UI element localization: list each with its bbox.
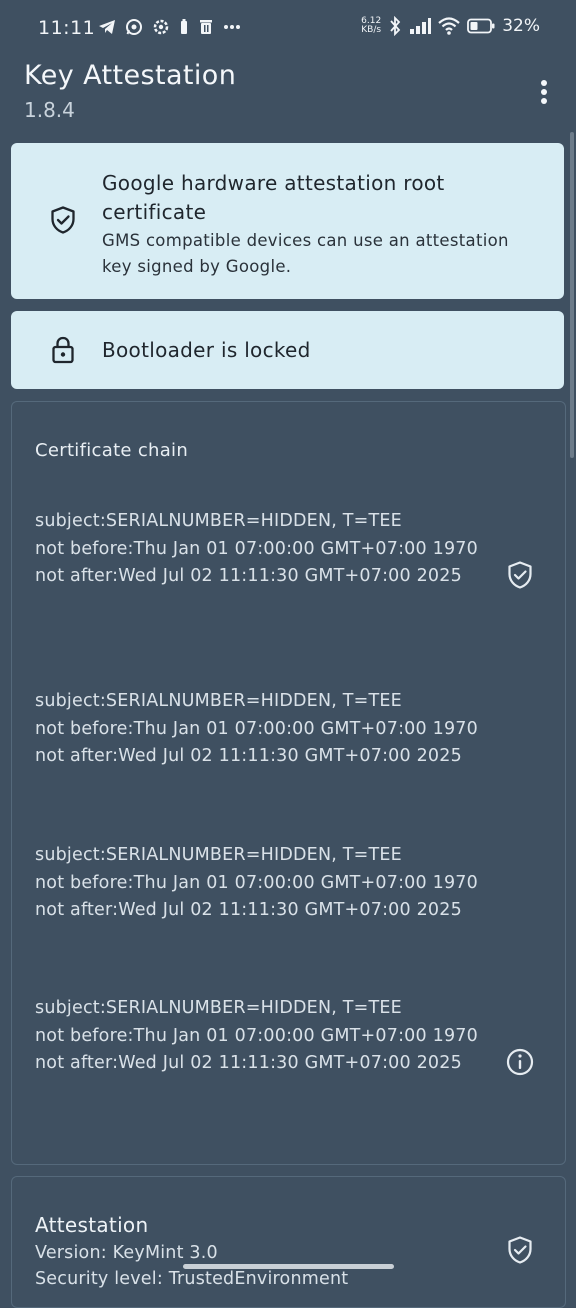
attestation-version: Version: KeyMint 3.0 [35,1243,218,1263]
status-time: 11:11 [38,17,96,39]
more-vert-icon [541,80,547,104]
attestation-card[interactable]: Attestation Version: KeyMint 3.0 Securit… [11,1176,566,1308]
cert-not-after: not after:Wed Jul 02 11:11:30 GMT+07:00 … [35,1053,462,1073]
lock-icon [48,335,78,365]
cert-subject: subject:SERIALNUMBER=HIDDEN, T=TEE [35,998,402,1018]
overflow-menu-button[interactable] [528,76,560,108]
root-certificate-title: Google hardware attestation root certifi… [102,171,445,224]
battery-icon [467,18,495,34]
cert-subject: subject:SERIALNUMBER=HIDDEN, T=TEE [35,511,402,531]
gesture-nav-bar[interactable] [183,1264,394,1269]
shield-check-icon [505,1235,535,1265]
certificate-item[interactable]: subject:SERIALNUMBER=HIDDEN, T=TEE not b… [35,508,515,591]
cert-not-before: not before:Thu Jan 01 07:00:00 GMT+07:00… [35,872,478,893]
bootloader-status: Bootloader is locked [102,338,311,362]
info-icon[interactable] [505,1047,535,1077]
notification-icons [98,18,241,36]
settings-icon [152,18,170,36]
certificate-chain-card: Certificate chain subject:SERIALNUMBER=H… [11,401,566,1165]
shield-check-icon [48,205,78,235]
bluetooth-icon [388,16,402,36]
battery-percent: 32% [502,16,540,36]
system-icons: 6.12 KB/s 32% [361,16,540,36]
root-certificate-subtitle: GMS compatible devices can use an attest… [102,231,509,276]
certificate-item[interactable]: subject:SERIALNUMBER=HIDDEN, T=TEE not b… [35,688,535,771]
cert-not-before: not before:Thu Jan 01 07:00:00 GMT+07:00… [35,718,478,739]
app-version: 1.8.4 [24,98,75,122]
cert-not-after: not after:Wed Jul 02 11:11:30 GMT+07:00 … [35,900,462,920]
cert-not-after: not after:Wed Jul 02 11:11:30 GMT+07:00 … [35,566,462,586]
status-bar: 11:11 6.12 KB/s 32% [0,0,576,56]
attestation-title: Attestation [35,1213,149,1237]
cert-not-before: not before:Thu Jan 01 07:00:00 GMT+07:00… [35,1025,478,1046]
signal-icon [409,18,432,34]
certificate-item[interactable]: subject:SERIALNUMBER=HIDDEN, T=TEE not b… [35,995,515,1078]
cert-not-after: not after:Wed Jul 02 11:11:30 GMT+07:00 … [35,746,462,766]
attestation-security-level: Security level: TrustedEnvironment [35,1269,349,1289]
trash-icon [198,18,214,36]
scrollbar[interactable] [570,132,574,458]
cert-subject: subject:SERIALNUMBER=HIDDEN, T=TEE [35,845,402,865]
app-title: Key Attestation [24,60,237,91]
wifi-icon [438,17,460,35]
certificate-chain-title: Certificate chain [35,440,189,461]
shield-check-icon[interactable] [505,560,535,590]
certificate-item[interactable]: subject:SERIALNUMBER=HIDDEN, T=TEE not b… [35,842,535,925]
cert-subject: subject:SERIALNUMBER=HIDDEN, T=TEE [35,691,402,711]
battery-saver-icon [179,18,189,36]
network-speed-unit: KB/s [361,25,382,35]
network-speed: 6.12 KB/s [361,17,381,35]
telegram-icon [98,19,116,35]
bootloader-card[interactable]: Bootloader is locked [11,311,564,389]
root-certificate-card[interactable]: Google hardware attestation root certifi… [11,143,564,299]
whatsapp-icon [125,18,143,36]
more-dots-icon [223,24,241,30]
cert-not-before: not before:Thu Jan 01 07:00:00 GMT+07:00… [35,538,478,559]
